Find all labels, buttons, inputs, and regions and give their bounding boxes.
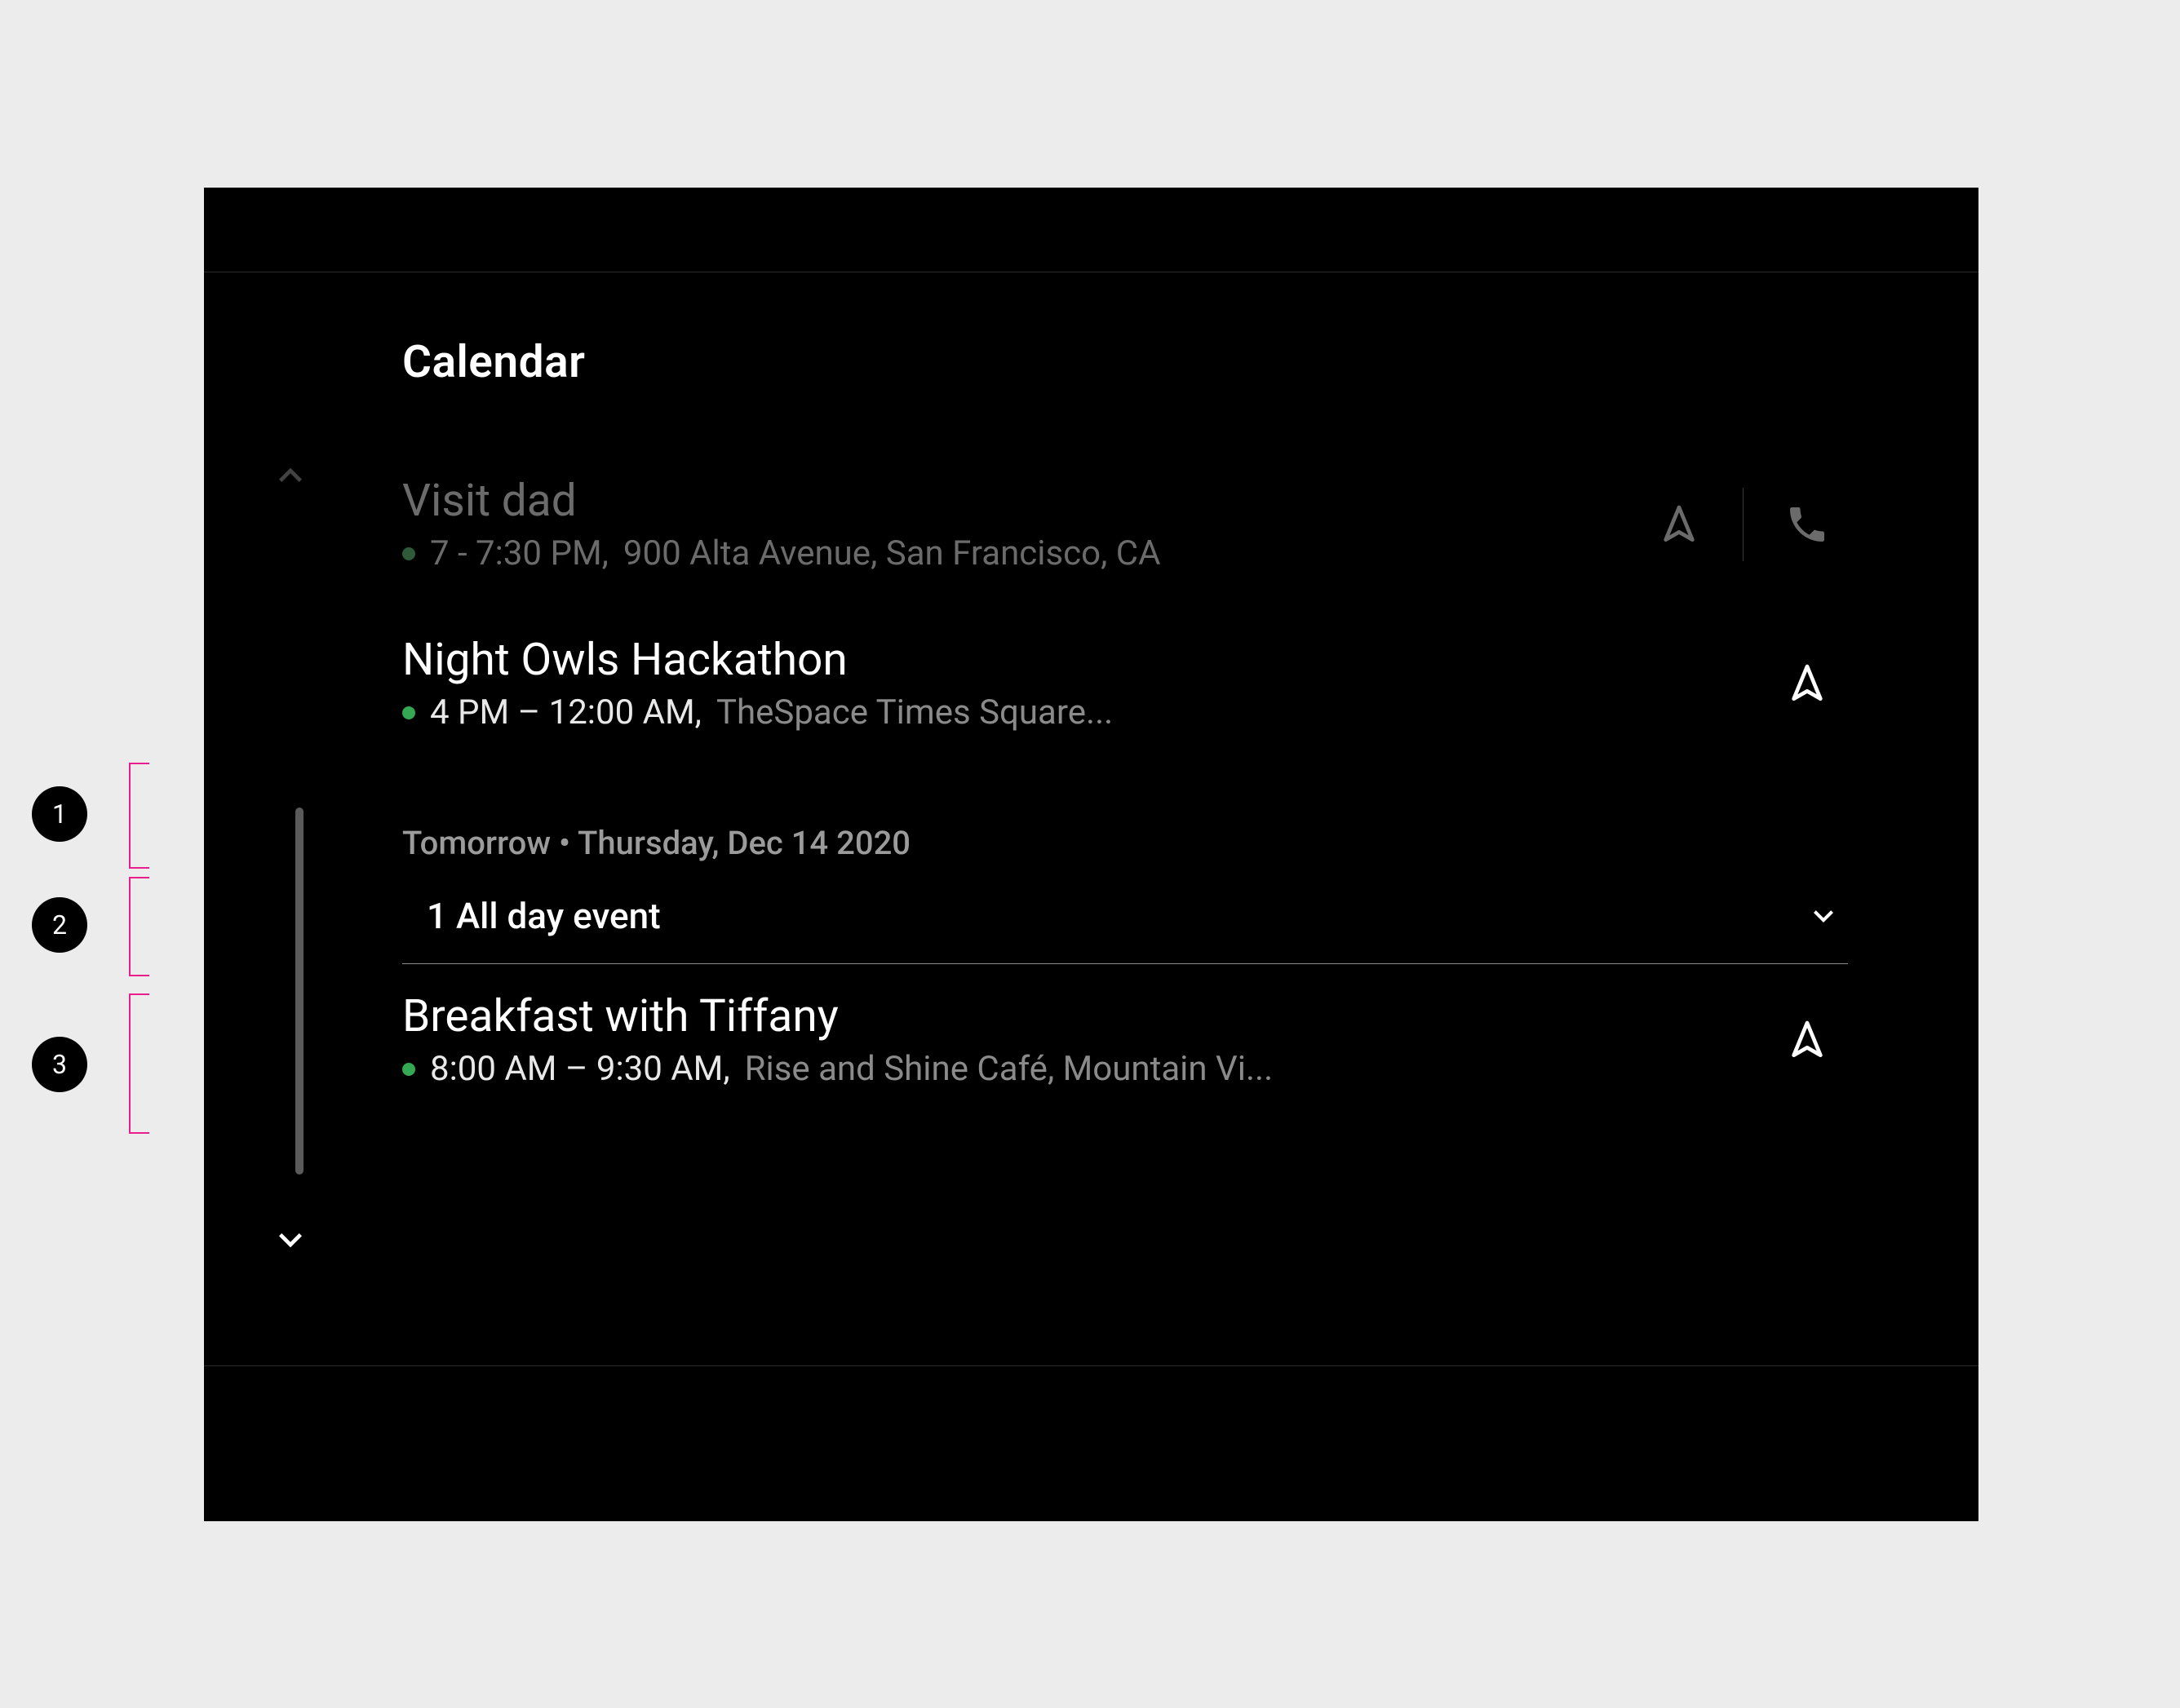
event-title: Breakfast with Tiffany [402, 990, 1766, 1042]
annotation-bracket-2 [129, 877, 149, 976]
scroll-up-button[interactable] [268, 453, 313, 498]
canvas: 1 2 3 Calendar Visit dad 7 [0, 0, 2180, 1708]
call-button[interactable] [1766, 484, 1848, 565]
annotation-badge-3: 3 [32, 1037, 87, 1092]
annotation-badge-2: 2 [32, 897, 87, 953]
annotation-badge-3-label: 3 [52, 1049, 67, 1080]
event-row-breakfast[interactable]: Breakfast with Tiffany 8:00 AM – 9:30 AM… [402, 964, 1848, 1123]
navigate-icon [1784, 1017, 1830, 1063]
event-location: Rise and Shine Café, Mountain Vi... [745, 1049, 1274, 1089]
annotation-badge-1-label: 1 [52, 799, 67, 830]
navigate-icon [1656, 502, 1702, 547]
event-location: TheSpace Times Square... [716, 692, 1113, 732]
navigate-button[interactable] [1638, 484, 1720, 565]
annotation-badge-2-label: 2 [52, 909, 67, 940]
expand-allday-button[interactable] [1799, 892, 1848, 940]
annotation-badge-1: 1 [32, 786, 87, 842]
event-text: Night Owls Hackathon 4 PM – 12:00 AM, Th… [402, 634, 1766, 732]
event-subtitle: 7 - 7:30 PM, 900 Alta Avenue, San Franci… [402, 533, 1638, 573]
event-actions [1638, 484, 1848, 565]
annotation-bracket-1 [129, 763, 149, 869]
chevron-up-icon [268, 453, 313, 498]
phone-icon [1784, 502, 1830, 547]
event-subtitle: 8:00 AM – 9:30 AM, Rise and Shine Café, … [402, 1049, 1766, 1089]
event-location: 900 Alta Avenue, San Francisco, CA [623, 533, 1161, 573]
page-title: Calendar [402, 336, 585, 388]
navigate-button[interactable] [1766, 643, 1848, 724]
chevron-down-icon [268, 1217, 313, 1263]
action-separator [1743, 488, 1744, 561]
chevron-down-icon [1804, 896, 1843, 936]
scroll-down-button[interactable] [268, 1217, 313, 1263]
event-actions [1766, 643, 1848, 724]
event-row-night-owls[interactable]: Night Owls Hackathon 4 PM – 12:00 AM, Th… [402, 608, 1848, 767]
event-title: Night Owls Hackathon [402, 634, 1766, 686]
event-time: 7 - 7:30 PM, [430, 533, 609, 573]
event-text: Breakfast with Tiffany 8:00 AM – 9:30 AM… [402, 990, 1766, 1089]
event-title: Visit dad [402, 475, 1638, 527]
event-row-visit-dad[interactable]: Visit dad 7 - 7:30 PM, 900 Alta Avenue, … [402, 449, 1848, 608]
annotation-bracket-3 [129, 993, 149, 1134]
navigate-button[interactable] [1766, 999, 1848, 1081]
scrollbar[interactable] [295, 808, 304, 1175]
event-text: Visit dad 7 - 7:30 PM, 900 Alta Avenue, … [402, 475, 1638, 573]
allday-label: 1 All day event [402, 895, 661, 937]
event-subtitle: 4 PM – 12:00 AM, TheSpace Times Square..… [402, 692, 1766, 732]
event-list: Visit dad 7 - 7:30 PM, 900 Alta Avenue, … [402, 449, 1848, 1123]
device-screen: Calendar Visit dad 7 - 7:30 PM, 900 Alta… [204, 188, 1978, 1521]
event-time: 8:00 AM – 9:30 AM, [430, 1049, 730, 1089]
event-time: 4 PM – 12:00 AM, [430, 692, 702, 732]
calendar-dot-icon [402, 547, 415, 560]
calendar-dot-icon [402, 1063, 415, 1076]
event-actions [1766, 999, 1848, 1081]
section-header-tomorrow: Tomorrow • Thursday, Dec 14 2020 [402, 767, 1848, 882]
bottom-divider [204, 1365, 1978, 1366]
navigate-icon [1784, 661, 1830, 706]
allday-toggle-row[interactable]: 1 All day event [402, 882, 1848, 964]
calendar-dot-icon [402, 706, 415, 719]
